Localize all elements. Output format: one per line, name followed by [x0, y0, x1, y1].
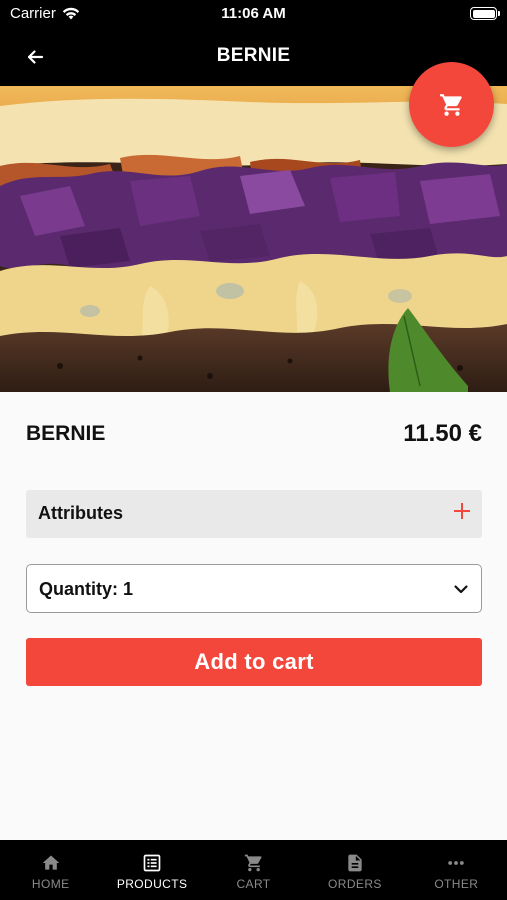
tab-label: OTHER	[434, 877, 479, 891]
tab-label: ORDERS	[328, 877, 382, 891]
quantity-select[interactable]: Quantity: 1	[26, 564, 482, 613]
product-header: BERNIE 11.50 €	[26, 420, 482, 452]
more-icon	[448, 861, 465, 865]
attributes-label: Attributes	[38, 503, 123, 523]
document-icon	[348, 854, 362, 872]
tab-cart[interactable]: CART	[203, 840, 304, 900]
tab-home[interactable]: HOME	[0, 840, 101, 900]
tab-bar: HOME PRODUCTS CART ORDERS OTHER	[0, 840, 507, 900]
chevron-down-icon	[454, 585, 468, 594]
tab-label: CART	[236, 877, 271, 891]
cart-icon	[244, 854, 262, 872]
tab-other[interactable]: OTHER	[406, 840, 507, 900]
product-price: 11.50 €	[403, 420, 482, 447]
tab-label: PRODUCTS	[116, 877, 188, 891]
cart-icon	[439, 93, 462, 116]
quantity-label: Quantity: 1	[39, 579, 134, 599]
attributes-toggle[interactable]: Attributes	[26, 490, 482, 538]
product-name: BERNIE	[26, 422, 106, 445]
tab-orders[interactable]: ORDERS	[304, 840, 405, 900]
tab-products[interactable]: PRODUCTS	[101, 840, 202, 900]
status-bar: Carrier 11:06 AM	[0, 0, 507, 28]
battery-icon	[470, 7, 500, 20]
tab-label: HOME	[31, 877, 70, 891]
clock: 11:06 AM	[221, 5, 286, 22]
list-icon	[143, 854, 161, 872]
home-icon	[42, 855, 60, 870]
floating-cart-button[interactable]	[409, 62, 494, 147]
plus-icon	[454, 503, 470, 519]
page-title: BERNIE	[216, 45, 291, 66]
add-to-cart-button[interactable]: Add to cart	[26, 638, 482, 686]
